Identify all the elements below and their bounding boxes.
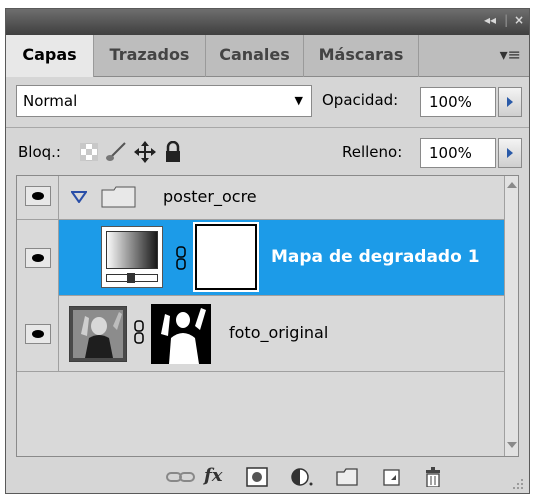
- titlebar-divider: |: [504, 13, 509, 27]
- adjustment-layer-icon[interactable]: [290, 467, 314, 487]
- visibility-toggle[interactable]: [17, 176, 59, 219]
- blend-mode-value: Normal: [23, 92, 78, 110]
- opacity-label: Opacidad:: [322, 91, 399, 109]
- add-mask-icon[interactable]: [246, 467, 268, 487]
- eye-icon[interactable]: [25, 324, 51, 344]
- layer-row-photo[interactable]: foto_original: [17, 296, 506, 372]
- gradient-slider-icon: [106, 273, 158, 283]
- layers-panel: ◂◂ | × Capas Trazados Canales Máscaras ▾…: [5, 8, 530, 494]
- gradient-map-thumbnail: [101, 226, 163, 288]
- layer-mask-thumbnail[interactable]: [193, 222, 259, 292]
- tab-mascaras[interactable]: Máscaras: [304, 35, 419, 77]
- close-icon[interactable]: ×: [514, 13, 524, 27]
- blend-row: Normal ▼ Opacidad: 100%: [6, 77, 529, 127]
- layer-name: Mapa de degradado 1: [271, 247, 480, 267]
- visibility-toggle[interactable]: [17, 220, 59, 296]
- blend-mode-select[interactable]: Normal ▼: [16, 85, 312, 117]
- panel-titlebar: ◂◂ | ×: [6, 9, 529, 35]
- lock-image-pixels-icon[interactable]: [105, 141, 127, 163]
- collapse-icon[interactable]: ◂◂: [484, 13, 496, 27]
- panel-bottom-toolbar: fx: [6, 459, 529, 493]
- scroll-up-icon[interactable]: [507, 182, 517, 188]
- fill-input[interactable]: 100%: [420, 138, 496, 168]
- fx-icon[interactable]: fx: [204, 465, 222, 486]
- new-group-icon[interactable]: [336, 467, 358, 487]
- visibility-toggle[interactable]: [17, 296, 59, 372]
- gradient-preview: [106, 231, 158, 269]
- link-layers-icon[interactable]: [166, 467, 196, 487]
- fill-label: Relleno:: [342, 143, 403, 161]
- chain-link-icon[interactable]: [133, 320, 145, 344]
- opacity-input[interactable]: 100%: [420, 87, 496, 117]
- tab-canales[interactable]: Canales: [206, 35, 304, 77]
- fill-slider-button[interactable]: [498, 138, 522, 168]
- lock-position-icon[interactable]: [134, 141, 156, 163]
- eye-icon[interactable]: [25, 186, 51, 206]
- tab-capas[interactable]: Capas: [6, 35, 94, 77]
- divider: [6, 127, 529, 128]
- lock-all-icon[interactable]: [164, 141, 182, 163]
- layers-list: poster_ocre Mapa de degradado 1 foto_ori…: [16, 175, 519, 457]
- tab-trazados[interactable]: Trazados: [94, 35, 206, 77]
- layer-name: foto_original: [229, 323, 329, 342]
- new-layer-icon[interactable]: [382, 467, 402, 487]
- expand-triangle-icon[interactable]: [71, 191, 87, 203]
- chain-link-icon[interactable]: [175, 246, 187, 270]
- eye-icon[interactable]: [25, 248, 51, 268]
- trash-icon[interactable]: [424, 467, 442, 487]
- layer-name: poster_ocre: [163, 187, 257, 206]
- layers-scrollbar[interactable]: [504, 176, 518, 456]
- resize-grip-icon[interactable]: [511, 477, 525, 494]
- folder-icon: [101, 186, 136, 208]
- opacity-slider-button[interactable]: [498, 87, 522, 117]
- lock-row: Bloq.: Relleno: 100%: [6, 131, 529, 173]
- panel-menu-icon[interactable]: ▾≡: [500, 45, 521, 64]
- layer-row-group[interactable]: poster_ocre: [17, 176, 506, 220]
- chevron-down-icon: ▼: [294, 94, 303, 107]
- layer-row-gradient-map[interactable]: Mapa de degradado 1: [17, 220, 506, 296]
- lock-label: Bloq.:: [18, 143, 61, 161]
- lock-transparent-pixels-icon[interactable]: [80, 143, 98, 161]
- layer-mask-thumbnail[interactable]: [151, 304, 211, 364]
- scroll-down-icon[interactable]: [507, 442, 517, 448]
- tab-bar: Capas Trazados Canales Máscaras ▾≡: [6, 35, 529, 77]
- photo-thumbnail: [69, 306, 127, 362]
